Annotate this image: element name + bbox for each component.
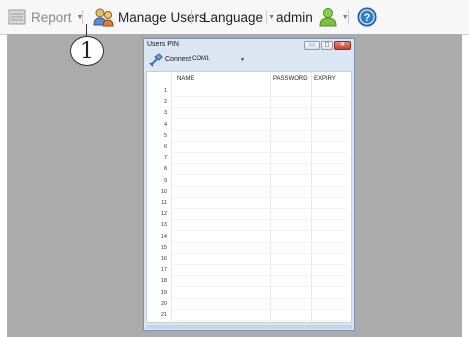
main-toolbar: Report ▼ Manage Users Language ▼ admin ▼… [0,0,469,35]
row-number: 20 [160,300,167,307]
admin-menu[interactable]: admin ▼ [276,7,349,27]
report-label: Report [31,9,72,25]
table-row[interactable]: 15 [147,243,351,254]
manage-users-menu[interactable]: Manage Users [93,7,206,27]
column-header-password[interactable]: PASSWORD [273,76,308,82]
minimize-button[interactable]: ▭ [304,41,320,50]
manage-users-label: Manage Users [118,9,206,25]
table-row[interactable]: 8 [147,164,351,176]
row-number: 8 [163,166,167,173]
table-row[interactable]: 12 [147,209,351,221]
table-row[interactable]: 9 [147,176,351,187]
connect-icon [149,53,163,67]
row-number: 14 [160,233,167,240]
table-row[interactable]: 13 [147,220,351,232]
table-row[interactable]: 2 [147,97,351,109]
table-row[interactable]: 18 [147,276,351,288]
row-number: 2 [163,99,167,106]
column-header-name[interactable]: NAME [177,76,194,82]
row-number: 10 [160,188,167,195]
users-icon [93,8,114,27]
row-number: 17 [160,267,167,274]
minimize-icon: ▭ [309,42,315,48]
row-number: 16 [160,256,167,262]
row-number: 3 [163,110,167,117]
row-number: 7 [163,155,167,162]
separator [348,10,349,24]
table-row[interactable]: 3 [147,108,351,120]
window-title: Users PIN [147,41,179,48]
row-number: 12 [160,211,167,218]
table-row[interactable]: 5 [147,131,351,142]
separator [191,10,192,24]
table-row[interactable]: 11 [147,198,351,209]
table-row[interactable]: 6 [147,142,351,153]
row-number: 1 [163,88,167,94]
callout-number: 1 [70,36,104,66]
chevron-down-icon: ▼ [268,13,276,21]
help-icon: ? [357,7,377,27]
close-button[interactable]: ✕ [334,41,351,50]
table-row[interactable]: 21 [147,310,351,321]
row-number: 19 [160,289,167,296]
row-number: 4 [163,121,167,128]
table-row[interactable]: 10 [147,187,351,198]
table-row[interactable]: 7 [147,153,351,165]
window-footer [146,325,352,329]
users-table: NAME PASSWORD EXPIRY 1 2 3 4 5 6 7 8 9 10 11 12 13 14… [146,71,352,323]
window-toolbar: Connect COM1 ▼ [146,52,352,68]
row-divider [171,320,347,321]
row-number: 13 [160,222,167,229]
report-icon [8,9,26,25]
admin-label: admin [276,9,313,25]
maximize-button[interactable]: ◻ [321,41,333,50]
table-row[interactable]: 14 [147,232,351,243]
column-header-expiry[interactable]: EXPIRY [314,76,336,82]
help-button[interactable]: ? [357,7,377,27]
row-number: 6 [163,144,167,150]
user-icon [319,8,337,27]
port-select[interactable]: COM1 [192,56,209,62]
connect-button[interactable]: Connect [165,56,191,63]
table-row[interactable]: 1 [147,86,351,97]
maximize-icon: ◻ [324,42,330,48]
row-number: 9 [163,177,167,184]
row-number: 21 [160,312,167,318]
report-menu[interactable]: Report ▼ [8,7,83,27]
chevron-down-icon[interactable]: ▼ [240,57,245,63]
language-label: Language [203,9,264,25]
language-menu[interactable]: Language ▼ [203,7,275,27]
row-number: 18 [160,278,167,285]
callout-pointer [86,24,87,36]
table-row[interactable]: 4 [147,120,351,131]
row-number: 5 [163,132,167,139]
row-number: 15 [160,244,167,251]
table-row[interactable]: 20 [147,299,351,310]
table-row[interactable]: 19 [147,288,351,299]
svg-text:?: ? [364,12,371,24]
table-row[interactable]: 16 [147,254,351,265]
separator [266,10,267,24]
close-icon: ✕ [339,42,346,48]
table-row[interactable]: 17 [147,265,351,277]
users-pin-window: Users PIN ▭ ◻ ✕ Connect COM1 ▼ NAME PASS… [143,38,355,331]
row-number: 11 [161,200,167,206]
separator [82,10,83,24]
